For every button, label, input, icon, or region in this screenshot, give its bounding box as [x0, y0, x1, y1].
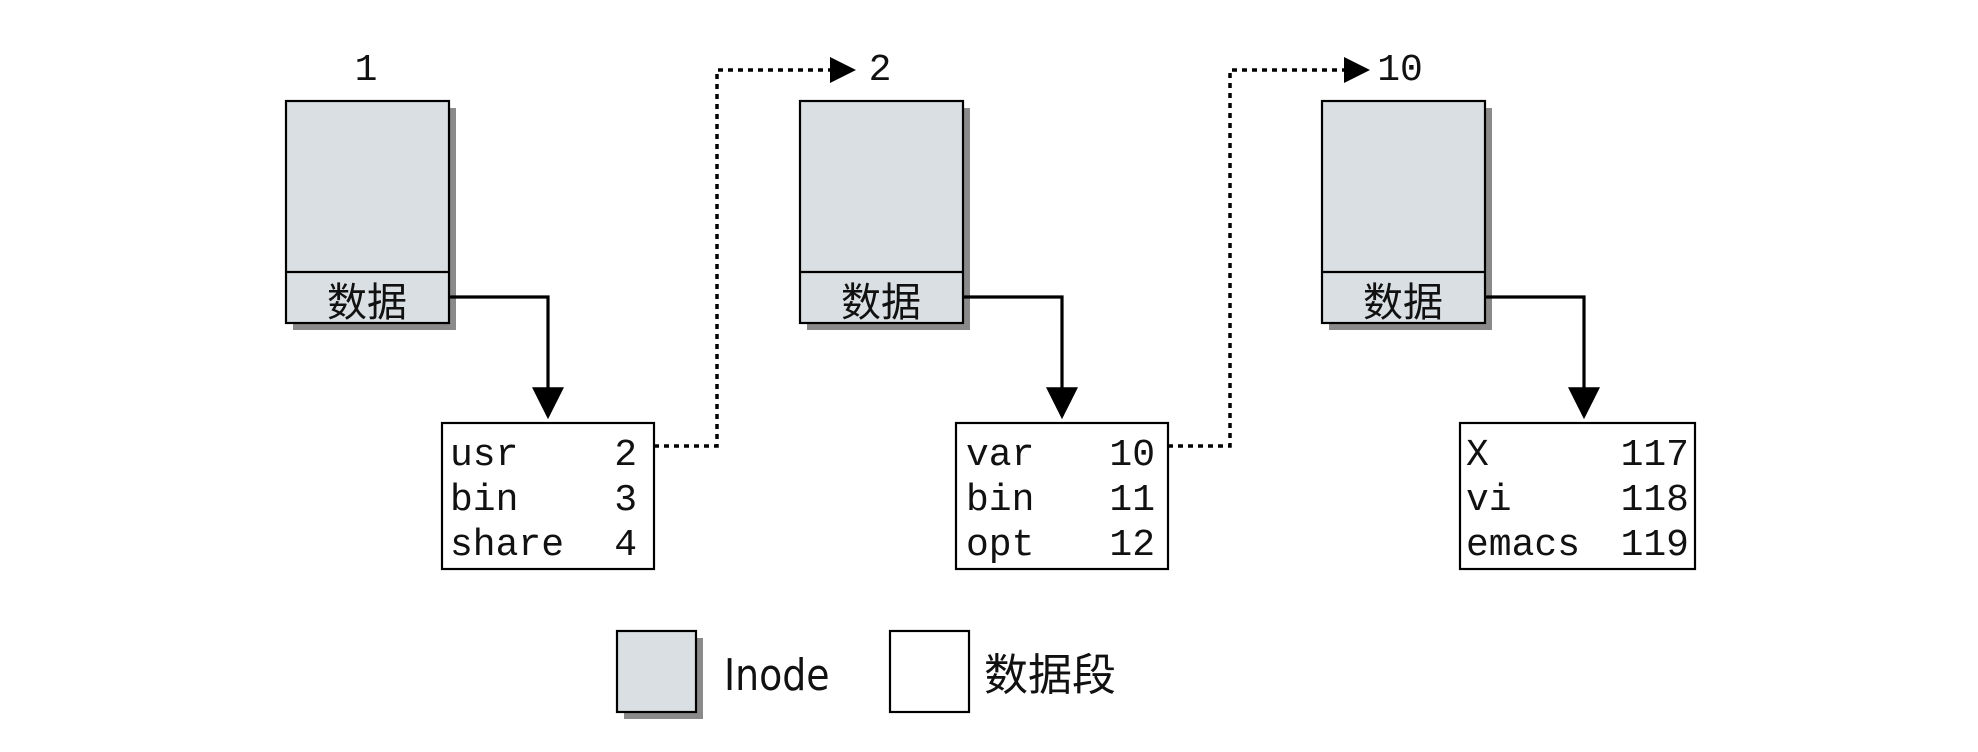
inode-diagram: 1 数据 2 数据 10 数据 usr 2 bin 3 share 4 var	[284, 49, 1697, 719]
entry-name: opt	[966, 524, 1034, 567]
entry-name: bin	[966, 479, 1034, 522]
legend-inode-swatch	[615, 629, 698, 714]
entry-inode: 117	[1621, 434, 1689, 477]
legend: Inode 数据段	[615, 629, 1116, 719]
link-arrowhead	[1344, 57, 1370, 83]
entry-inode: 12	[1109, 524, 1155, 567]
entry-inode: 3	[614, 479, 637, 522]
inode-number: 10	[1377, 49, 1423, 92]
entry-name: emacs	[1466, 524, 1580, 567]
entry-name: usr	[450, 434, 518, 477]
inode-number: 1	[355, 49, 378, 92]
link-arrowhead	[830, 57, 856, 83]
legend-inode-label: Inode	[724, 649, 830, 700]
inode-1: 1 数据	[284, 49, 456, 330]
inode-data-label: 数据	[1363, 280, 1443, 326]
inode-10: 10 数据	[1320, 49, 1492, 330]
legend-block-label: 数据段	[984, 650, 1116, 701]
entry-inode: 10	[1109, 434, 1155, 477]
entry-name: var	[966, 434, 1034, 477]
entry-inode: 2	[614, 434, 637, 477]
entry-inode: 119	[1621, 524, 1689, 567]
inode-data-label: 数据	[327, 280, 407, 326]
inode-number: 2	[869, 49, 892, 92]
pointer-arrow	[1485, 295, 1600, 420]
entry-name: bin	[450, 479, 518, 522]
entry-inode: 4	[614, 524, 637, 567]
entry-inode: 118	[1621, 479, 1689, 522]
pointer-arrow	[963, 295, 1078, 420]
inode-2: 2 数据	[798, 49, 970, 330]
entry-inode: 11	[1109, 479, 1155, 522]
data-block-1: usr 2 bin 3 share 4	[440, 421, 656, 571]
inode-data-label: 数据	[841, 280, 921, 326]
entry-name: vi	[1466, 479, 1512, 522]
link-arrow	[1168, 68, 1346, 448]
entry-name: share	[450, 524, 564, 567]
pointer-arrow	[449, 295, 564, 420]
entry-name: X	[1466, 434, 1489, 477]
data-block-3: X 117 vi 118 emacs 119	[1458, 421, 1697, 571]
legend-block-swatch	[888, 629, 971, 714]
data-block-2: var 10 bin 11 opt 12	[954, 421, 1170, 571]
